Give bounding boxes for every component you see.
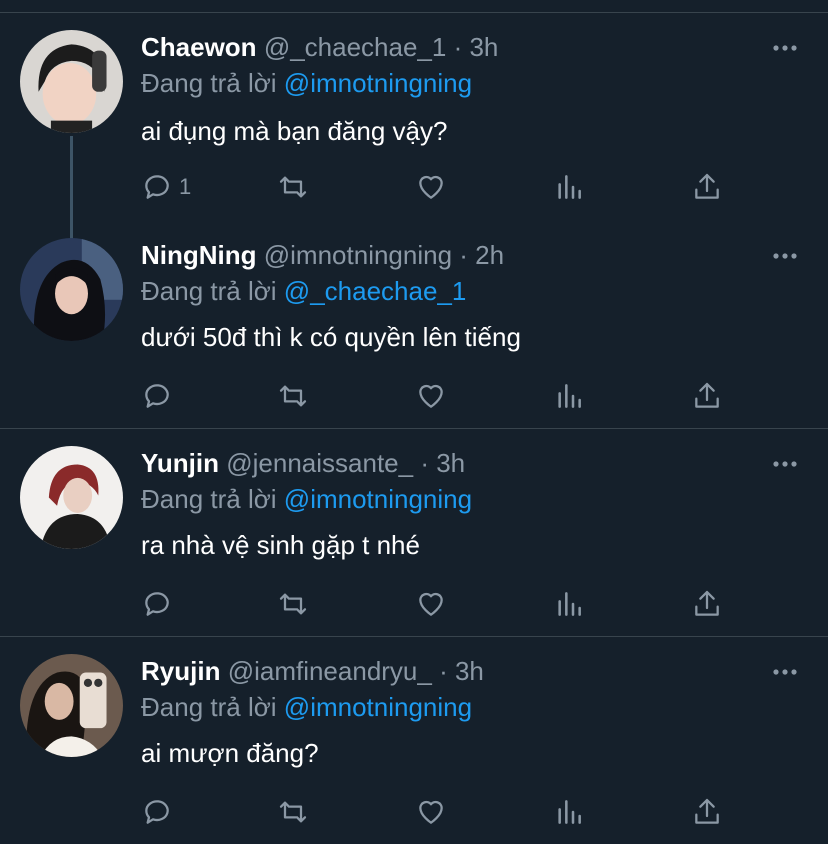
avatar[interactable] — [20, 238, 123, 341]
tweet-text: ai mượn đăng? — [141, 738, 319, 768]
share-button[interactable] — [691, 587, 723, 621]
action-bar — [141, 379, 741, 413]
reply-mention[interactable]: @imnotningning — [284, 692, 472, 722]
like-button[interactable] — [415, 379, 447, 413]
like-button[interactable] — [415, 795, 447, 829]
display-name[interactable]: NingNing — [141, 240, 257, 270]
top-divider — [0, 12, 828, 13]
display-name[interactable]: Yunjin — [141, 448, 219, 478]
more-icon[interactable] — [772, 38, 798, 58]
retweet-icon — [279, 593, 307, 615]
timestamp[interactable]: · 3h — [420, 448, 465, 478]
reply-prefix: Đang trả lời — [141, 484, 277, 514]
action-bar — [141, 587, 741, 621]
reply-icon — [145, 175, 169, 199]
action-bar — [141, 795, 741, 829]
username[interactable]: @_chaechae_1 — [264, 32, 447, 62]
avatar[interactable] — [20, 30, 123, 133]
share-button[interactable] — [691, 795, 723, 829]
timestamp[interactable]: · 3h — [454, 32, 499, 62]
avatar[interactable] — [20, 654, 123, 757]
heart-icon — [419, 800, 443, 824]
reply-mention[interactable]: @imnotningning — [284, 484, 472, 514]
share-button[interactable] — [691, 379, 723, 413]
tweet-chaewon[interactable]: Chaewon @_chaechae_1 · 3h Đang trả lời @… — [0, 30, 828, 240]
username[interactable]: @imnotningning — [264, 240, 452, 270]
reply-prefix: Đang trả lời — [141, 692, 277, 722]
tweet-header: Chaewon @_chaechae_1 · 3h — [141, 30, 498, 64]
avatar[interactable] — [20, 446, 123, 549]
analytics-button[interactable] — [553, 170, 585, 204]
timestamp[interactable]: · 3h — [439, 656, 484, 686]
retweet-button[interactable] — [277, 170, 309, 204]
tweet-text: dưới 50đ thì k có quyền lên tiếng — [141, 322, 521, 352]
tweet-divider — [0, 428, 828, 429]
tweet-divider — [0, 636, 828, 637]
tweet-ningning[interactable]: NingNing @imnotningning · 2h Đang trả lờ… — [0, 238, 828, 428]
replying-to: Đang trả lời @imnotningning — [141, 482, 472, 516]
more-icon[interactable] — [772, 454, 798, 474]
reply-button[interactable] — [141, 379, 179, 413]
more-icon[interactable] — [772, 662, 798, 682]
tweet-header: Yunjin @jennaissante_ · 3h — [141, 446, 465, 480]
analytics-icon — [558, 592, 581, 616]
share-icon — [695, 798, 719, 824]
replying-to: Đang trả lời @imnotningning — [141, 690, 472, 724]
tweet-header: NingNing @imnotningning · 2h — [141, 238, 504, 272]
retweet-button[interactable] — [277, 379, 309, 413]
display-name[interactable]: Ryujin — [141, 656, 220, 686]
tweet-text: ra nhà vệ sinh gặp t nhé — [141, 530, 420, 560]
heart-icon — [419, 175, 443, 199]
like-button[interactable] — [415, 587, 447, 621]
tweet-ryujin[interactable]: Ryujin @iamfineandryu_ · 3h Đang trả lời… — [0, 654, 828, 844]
reply-button[interactable]: 1 — [141, 170, 191, 204]
reply-prefix: Đang trả lời — [141, 276, 277, 306]
like-button[interactable] — [415, 170, 447, 204]
share-icon — [695, 382, 719, 408]
retweet-button[interactable] — [277, 587, 309, 621]
more-icon[interactable] — [772, 246, 798, 266]
reply-button[interactable] — [141, 587, 179, 621]
retweet-icon — [279, 385, 307, 407]
analytics-icon — [558, 800, 581, 824]
reply-icon — [145, 384, 169, 408]
thread-line — [70, 136, 73, 240]
retweet-button[interactable] — [277, 795, 309, 829]
share-icon — [695, 590, 719, 616]
reply-icon — [145, 592, 169, 616]
share-icon — [695, 173, 719, 199]
replying-to: Đang trả lời @_chaechae_1 — [141, 274, 466, 308]
reply-count: 1 — [179, 174, 192, 199]
analytics-button[interactable] — [553, 795, 585, 829]
reply-icon — [145, 800, 169, 824]
timestamp[interactable]: · 2h — [459, 240, 504, 270]
analytics-icon — [558, 175, 581, 199]
replying-to: Đang trả lời @imnotningning — [141, 66, 472, 100]
tweet-yunjin[interactable]: Yunjin @jennaissante_ · 3h Đang trả lời … — [0, 446, 828, 636]
analytics-button[interactable] — [553, 587, 585, 621]
retweet-icon — [279, 176, 307, 198]
heart-icon — [419, 592, 443, 616]
reply-mention[interactable]: @imnotningning — [284, 68, 472, 98]
reply-mention[interactable]: @_chaechae_1 — [284, 276, 467, 306]
username[interactable]: @jennaissante_ — [226, 448, 413, 478]
tweet-text: ai đụng mà bạn đăng vậy? — [141, 116, 448, 146]
reply-button[interactable] — [141, 795, 179, 829]
action-bar: 1 — [141, 170, 741, 204]
analytics-button[interactable] — [553, 379, 585, 413]
reply-prefix: Đang trả lời — [141, 68, 277, 98]
retweet-icon — [279, 801, 307, 823]
display-name[interactable]: Chaewon — [141, 32, 257, 62]
share-button[interactable] — [691, 170, 723, 204]
username[interactable]: @iamfineandryu_ — [228, 656, 432, 686]
tweet-header: Ryujin @iamfineandryu_ · 3h — [141, 654, 484, 688]
analytics-icon — [558, 384, 581, 408]
heart-icon — [419, 384, 443, 408]
